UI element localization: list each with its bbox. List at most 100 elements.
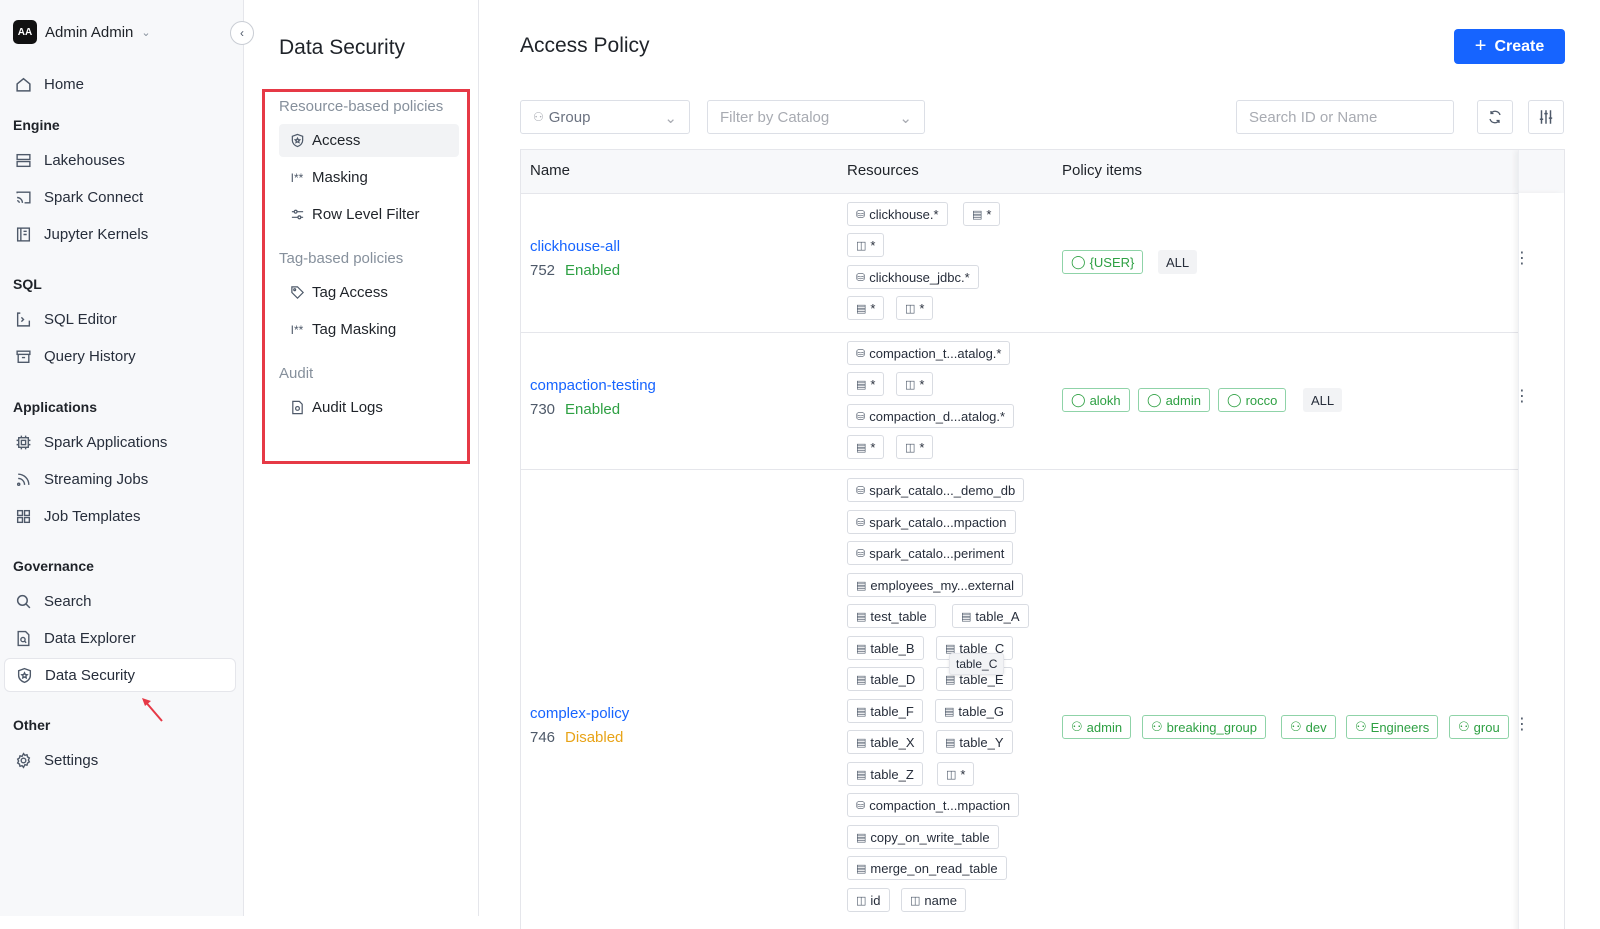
table-row: clickhouse-all 752 Enabled ⛁ clickhouse.* … <box>521 193 1564 333</box>
actions-column <box>1518 193 1564 929</box>
resource-tag: ▤ * <box>847 435 885 459</box>
sidebar-item-lakehouses[interactable]: Lakehouses <box>4 143 236 177</box>
status-badge: Enabled <box>565 401 621 418</box>
permission-tag: ALL <box>1303 388 1343 412</box>
table-icon: ▤ <box>856 378 867 391</box>
rss-icon <box>14 470 32 488</box>
sidebar-item-job-templates[interactable]: Job Templates <box>4 499 236 533</box>
resource-tag: ⛁ compaction_t...mpaction <box>847 793 1020 817</box>
table-icon: ▤ <box>945 736 956 749</box>
section-sql: SQL <box>13 276 42 292</box>
panel-item-tag-masking[interactable]: I** Tag Masking <box>279 313 459 346</box>
users-icon: ⚇ <box>1071 719 1083 734</box>
sidebar-item-data-security[interactable]: Data Security <box>4 658 236 692</box>
user-menu[interactable]: AA Admin Admin ⌄ <box>13 20 151 44</box>
table-icon: ▤ <box>856 441 867 454</box>
grid-icon <box>14 507 32 525</box>
main-sidebar: AA Admin Admin ⌄ Home Engine Lakehouses … <box>0 0 244 916</box>
policy-name-link[interactable]: compaction-testing <box>530 377 656 394</box>
database-icon: ⛁ <box>856 547 866 560</box>
file-icon <box>289 400 305 416</box>
resource-tag: ◫ name <box>901 888 966 912</box>
table-row: compaction-testing 730 Enabled ⛁ compactio… <box>521 332 1564 470</box>
sidebar-item-sql-editor[interactable]: SQL Editor <box>4 302 236 336</box>
data-security-panel: Data Security Resource-based policies Ac… <box>244 0 479 916</box>
policy-name-link[interactable]: complex-policy <box>530 705 629 722</box>
sidebar-item-spark-connect[interactable]: Spark Connect <box>4 180 236 214</box>
home-icon <box>14 75 32 93</box>
policy-group-tag: ⚇ grou <box>1449 715 1509 739</box>
policy-group-tag: ⚇ admin <box>1062 715 1132 739</box>
col-resources: Resources <box>847 162 919 179</box>
database-icon: ⛁ <box>856 208 866 221</box>
column-icon: ◫ <box>905 302 916 315</box>
sliders-icon <box>1539 110 1553 124</box>
panel-item-access[interactable]: Access <box>279 124 459 157</box>
create-button[interactable]: + Create <box>1454 29 1565 64</box>
sidebar-item-search[interactable]: Search <box>4 584 236 618</box>
more-actions-icon[interactable]: ⋮ <box>1512 714 1532 734</box>
database-icon: ⛁ <box>856 271 866 284</box>
main-content: Access Policy + Create ⚇ Group ⌄ Filter … <box>479 0 1600 929</box>
panel-item-audit-logs[interactable]: Audit Logs <box>279 391 459 424</box>
search-input[interactable]: Search ID or Name <box>1236 100 1454 134</box>
refresh-button[interactable] <box>1477 100 1513 134</box>
catalog-filter-select[interactable]: Filter by Catalog ⌄ <box>707 100 925 134</box>
user-icon: ◯ <box>1147 392 1162 407</box>
resource-tag: ▤ employees_my...external <box>847 573 1023 597</box>
resource-tag: ◫ * <box>847 233 885 257</box>
database-icon: ⛁ <box>856 347 866 360</box>
resource-tag: ▤ copy_on_write_table <box>847 825 999 849</box>
more-actions-icon[interactable]: ⋮ <box>1512 248 1532 268</box>
sidebar-item-spark-applications[interactable]: Spark Applications <box>4 425 236 459</box>
policy-user-tag: ◯ rocco <box>1218 388 1287 412</box>
policy-name-link[interactable]: clickhouse-all <box>530 238 620 255</box>
code-editor-icon <box>14 310 32 328</box>
group-audit: Audit <box>279 365 314 382</box>
resource-tag: ⛁ spark_catalo...periment <box>847 541 1014 565</box>
panel-title: Data Security <box>279 36 406 59</box>
notebook-icon <box>14 225 32 243</box>
column-icon: ◫ <box>856 239 867 252</box>
avatar: AA <box>13 20 37 44</box>
tag-icon <box>289 285 305 301</box>
resource-tag: ▤ table_Y <box>936 730 1013 754</box>
resource-tag: ▤ * <box>963 202 1001 226</box>
resource-tag: ⛁ spark_catalo...mpaction <box>847 510 1016 534</box>
table-icon: ▤ <box>856 610 867 623</box>
table-icon: ▤ <box>856 642 867 655</box>
database-icon: ⛁ <box>856 799 866 812</box>
sidebar-item-data-explorer[interactable]: Data Explorer <box>4 621 236 655</box>
table-icon: ▤ <box>856 673 867 686</box>
column-icon: ◫ <box>905 441 916 454</box>
sidebar-item-streaming-jobs[interactable]: Streaming Jobs <box>4 462 236 496</box>
user-name: Admin Admin <box>45 23 134 41</box>
section-engine: Engine <box>13 117 60 133</box>
shield-icon <box>15 666 33 684</box>
refresh-icon <box>1489 110 1501 124</box>
column-icon: ◫ <box>905 378 916 391</box>
column-settings-button[interactable] <box>1528 100 1564 134</box>
annotation-arrow-icon <box>142 698 163 722</box>
group-filter-select[interactable]: ⚇ Group ⌄ <box>520 100 690 134</box>
panel-item-tag-access[interactable]: Tag Access <box>279 276 459 309</box>
resource-tag: ◫ * <box>937 762 975 786</box>
cast-icon <box>14 188 32 206</box>
sidebar-item-query-history[interactable]: Query History <box>4 339 236 373</box>
plus-icon: + <box>1474 35 1487 57</box>
collapse-sidebar-button[interactable]: ‹ <box>230 21 254 45</box>
panel-item-masking[interactable]: I** Masking <box>279 161 459 194</box>
masking-icon: I** <box>290 322 304 337</box>
database-icon: ⛁ <box>856 516 866 529</box>
sidebar-item-settings[interactable]: Settings <box>4 743 236 777</box>
database-icon: ⛁ <box>856 484 866 497</box>
panel-item-row-level-filter[interactable]: Row Level Filter <box>279 198 459 231</box>
policy-table: Name Resources Policy items clickhouse-a… <box>520 149 1565 929</box>
resource-tag: ⛁ clickhouse_jdbc.* <box>847 265 979 289</box>
sidebar-item-jupyter-kernels[interactable]: Jupyter Kernels <box>4 217 236 251</box>
more-actions-icon[interactable]: ⋮ <box>1512 386 1532 406</box>
resource-tag: ▤ test_table <box>847 604 936 628</box>
users-icon: ⚇ <box>1355 719 1367 734</box>
resource-tag: ▤ table_X <box>847 730 924 754</box>
sidebar-item-home[interactable]: Home <box>4 67 236 101</box>
